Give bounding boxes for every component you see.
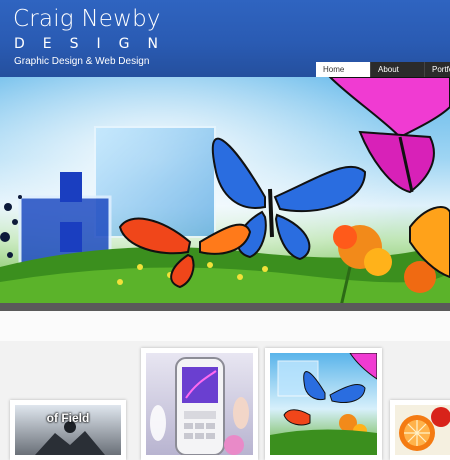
thumbnail-citrus[interactable] <box>390 400 450 460</box>
nav-portfolio[interactable]: Portfo <box>424 62 450 77</box>
butterflies-thumbnail <box>270 353 377 455</box>
main-nav: Home About Portfo <box>316 62 450 77</box>
hero-banner <box>0 77 450 311</box>
thumbnail-caption: of Field <box>46 411 90 425</box>
mobile-phone-illustration <box>150 357 249 455</box>
thumbnail-butterflies[interactable] <box>265 348 382 460</box>
tagline: Graphic Design & Web Design <box>14 56 150 67</box>
thumbnail-depth-of-field[interactable]: of Field <box>10 400 126 460</box>
content-band <box>0 311 450 341</box>
hero-bottom-bar <box>0 303 450 311</box>
citrus-fruit <box>399 407 450 451</box>
nav-home[interactable]: Home <box>316 62 370 77</box>
butterflies-illustration <box>0 77 450 311</box>
nav-about[interactable]: About <box>370 62 424 77</box>
logo-name[interactable]: Craig Newby <box>13 6 161 32</box>
thumbnail-mobile-phone[interactable] <box>141 348 258 460</box>
logo-design[interactable]: DESIGN <box>14 36 176 52</box>
